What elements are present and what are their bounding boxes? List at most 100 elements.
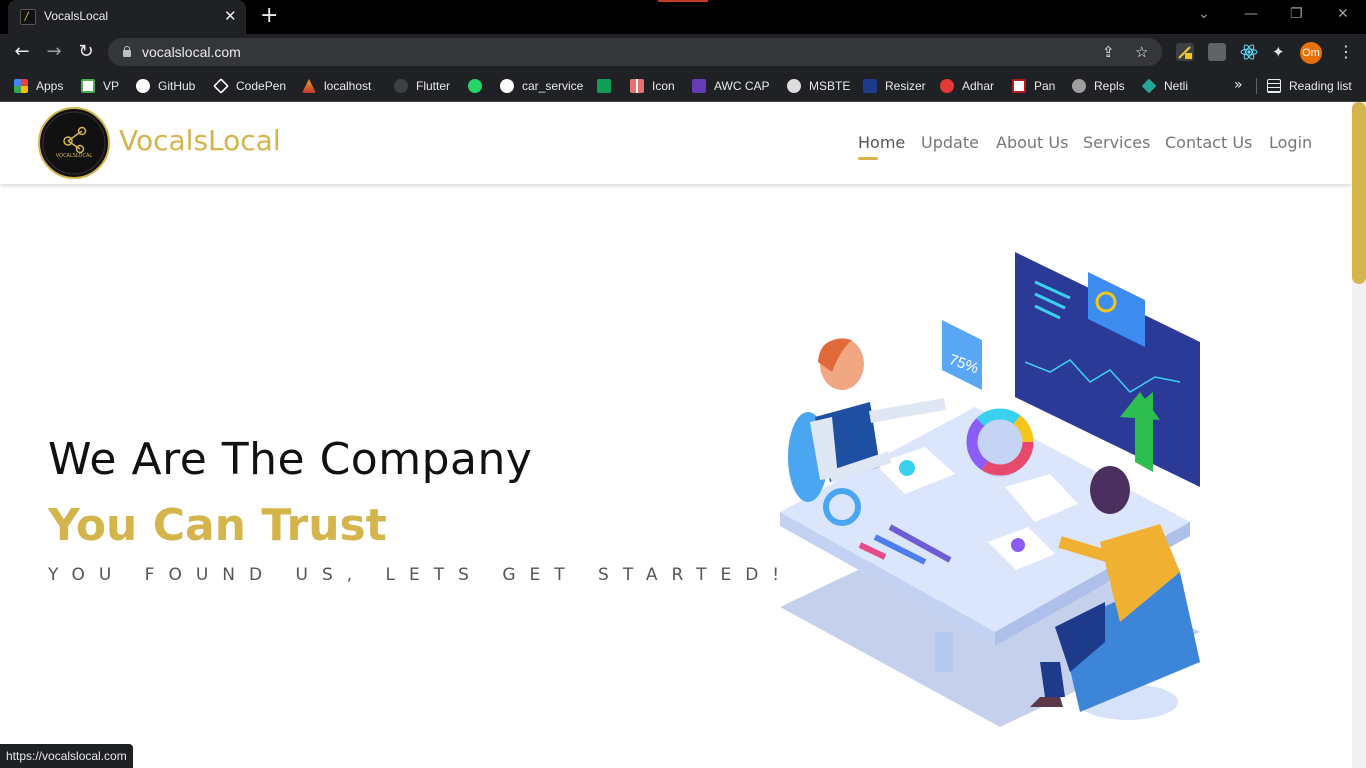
bookmark-label: Adhar (962, 79, 995, 93)
bookmark-label: Netli (1164, 79, 1189, 93)
brand-name[interactable]: VocalsLocal (119, 124, 281, 157)
bookmark-label: CodePen (236, 79, 287, 93)
repls-icon (1072, 79, 1086, 93)
bookmark-label: Repls (1094, 79, 1125, 93)
bookmarks-overflow-button[interactable]: » (1234, 77, 1243, 93)
nav-login[interactable]: Login (1269, 133, 1312, 152)
share-icon[interactable]: ⇪ (1102, 43, 1115, 61)
bookmark-label: Apps (36, 79, 64, 93)
bookmark-label: MSBTE (809, 79, 851, 93)
address-bar[interactable]: vocalslocal.com ⇪ ☆ (108, 38, 1162, 66)
bookmark-msbte[interactable]: MSBTE (787, 77, 850, 95)
bookmark-sheets[interactable] (597, 77, 611, 95)
tab-strip-accent (658, 0, 708, 2)
bookmark-awc-cap[interactable]: AWC CAP (692, 77, 770, 95)
bookmark-label: localhost (324, 79, 372, 93)
active-nav-indicator (858, 157, 878, 160)
nav-about-us[interactable]: About Us (996, 133, 1068, 152)
reading-list-label: Reading list (1289, 79, 1352, 93)
bookmark-codepen[interactable]: CodePen (213, 77, 287, 95)
sheets-icon (597, 79, 611, 93)
react-devtools-icon[interactable] (1240, 43, 1258, 61)
tab-close-button[interactable]: ✕ (224, 7, 237, 25)
tab-title: VocalsLocal (44, 9, 109, 23)
bookmark-resizer[interactable]: Resizer (863, 77, 926, 95)
bookmark-label: Flutter (416, 79, 451, 93)
close-window-button[interactable]: ✕ (1337, 6, 1349, 22)
bookmark-netli[interactable]: Netli (1141, 77, 1189, 95)
extensions-puzzle-icon[interactable]: ✦ (1272, 43, 1290, 61)
bookmark-localhost[interactable]: localhost (302, 77, 371, 95)
meeting-illustration: 75% (780, 252, 1200, 727)
site-favicon-icon (20, 9, 36, 25)
bookmark-flutter[interactable]: Flutter (394, 77, 450, 95)
bookmark-adhar[interactable]: Adhar (940, 77, 994, 95)
bookmark-star-icon[interactable]: ☆ (1135, 43, 1148, 61)
status-url-tooltip: https://vocalslocal.com (0, 744, 133, 768)
forward-button[interactable]: → (42, 40, 66, 64)
hero-heading: We Are The Company (48, 434, 533, 485)
site-header: VOCALSLOCAL VocalsLocal Home Update Abou… (0, 102, 1352, 184)
restore-button[interactable]: ❐ (1290, 6, 1303, 22)
bookmark-label: Resizer (885, 79, 926, 93)
reading-list-button[interactable]: Reading list (1267, 77, 1352, 95)
browser-menu-icon[interactable]: ⋮ (1338, 42, 1354, 61)
tab-strip: VocalsLocal ✕ + ⌄ — ❐ ✕ (0, 0, 1366, 34)
awc-icon (692, 79, 706, 93)
page-scrollbar[interactable] (1352, 102, 1366, 768)
bookmarks-bar: Apps VP GitHub CodePen localhost Flutter… (0, 70, 1366, 102)
github-icon (500, 79, 514, 93)
browser-toolbar: ← → ↻ vocalslocal.com ⇪ ☆ ✦ Om ⋮ (0, 34, 1366, 70)
new-tab-button[interactable]: + (260, 4, 278, 28)
flutter-icon (394, 79, 408, 93)
url-text[interactable]: vocalslocal.com (142, 44, 241, 60)
bookmarks-divider (1256, 78, 1257, 94)
localhost-icon (302, 79, 316, 93)
nav-update[interactable]: Update (921, 133, 979, 152)
bookmark-icon-site[interactable]: Icon (630, 77, 675, 95)
bookmark-label: car_service (522, 79, 584, 93)
webpage: VOCALSLOCAL VocalsLocal Home Update Abou… (0, 102, 1352, 768)
bookmark-label: Pan (1034, 79, 1056, 93)
qr-extension-icon[interactable] (1208, 43, 1226, 61)
bookmark-car-service[interactable]: car_service (500, 77, 583, 95)
codepen-icon (213, 78, 229, 94)
site-logo[interactable]: VOCALSLOCAL (38, 107, 110, 179)
apps-grid-icon (14, 79, 28, 93)
nav-contact-us[interactable]: Contact Us (1165, 133, 1252, 152)
browser-tab[interactable]: VocalsLocal ✕ (8, 0, 246, 34)
bookmark-vp[interactable]: VP (81, 77, 119, 95)
icon-site-icon (630, 79, 644, 93)
hero-highlight: You Can Trust (48, 500, 387, 551)
reload-button[interactable]: ↻ (74, 40, 98, 64)
hero-tagline: YOU FOUND US, LETS GET STARTED! (48, 565, 794, 585)
github-icon (136, 79, 150, 93)
pen-extension-icon[interactable] (1176, 43, 1194, 61)
vp-icon (81, 79, 95, 93)
bookmark-label: Icon (652, 79, 675, 93)
bookmark-whatsapp[interactable] (468, 77, 482, 95)
resizer-icon (863, 79, 877, 93)
share-network-icon (42, 111, 106, 175)
bookmark-label: AWC CAP (714, 79, 770, 93)
bookmark-github[interactable]: GitHub (136, 77, 195, 95)
whatsapp-icon (468, 79, 482, 93)
nav-home[interactable]: Home (858, 133, 905, 152)
reading-list-icon (1267, 79, 1281, 93)
nav-services[interactable]: Services (1083, 133, 1150, 152)
bookmark-pan[interactable]: Pan (1012, 77, 1055, 95)
netlify-icon (1141, 78, 1157, 94)
bookmark-label: GitHub (158, 79, 196, 93)
adhar-icon (940, 79, 954, 93)
pan-icon (1012, 79, 1026, 93)
bookmark-apps[interactable]: Apps (14, 77, 63, 95)
back-button[interactable]: ← (10, 40, 34, 64)
lock-icon[interactable] (122, 46, 132, 58)
profile-avatar[interactable]: Om (1300, 42, 1322, 64)
msbte-icon (787, 79, 801, 93)
tab-search-icon[interactable]: ⌄ (1198, 6, 1210, 22)
bookmark-repls[interactable]: Repls (1072, 77, 1125, 95)
bookmark-label: VP (103, 79, 120, 93)
minimize-button[interactable]: — (1244, 6, 1258, 22)
scrollbar-thumb[interactable] (1352, 102, 1366, 284)
